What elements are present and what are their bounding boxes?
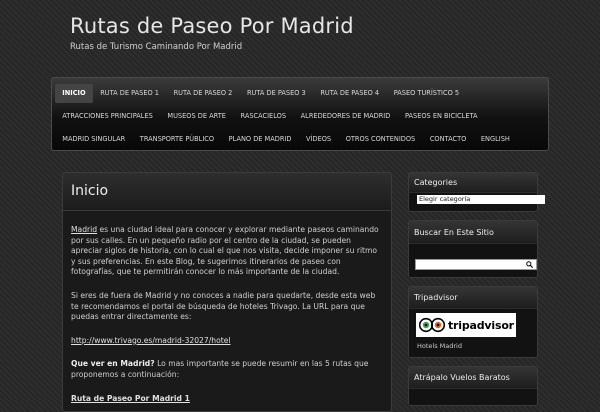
- search-widget: Buscar En Este Sitio: [408, 220, 538, 278]
- category-select[interactable]: Elegir categoría: [417, 195, 545, 204]
- site-description: Rutas de Turismo Caminando Por Madrid: [70, 42, 243, 52]
- nav-item-atracciones[interactable]: Atracciones Principales: [55, 107, 160, 126]
- search-input[interactable]: [415, 259, 537, 270]
- tripadvisor-title: Tripadvisor: [409, 287, 537, 309]
- page-title: Inicio: [63, 173, 391, 211]
- nav-item-otros[interactable]: Otros Contenidos: [338, 130, 422, 149]
- que-ver-heading: Que ver en Madrid?: [71, 359, 155, 369]
- intro-text: es una ciudad ideal para conocer y explo…: [71, 225, 379, 277]
- nav-item-rascacielos[interactable]: Rascacielos: [233, 107, 293, 126]
- owl-eyes-icon: [419, 317, 445, 333]
- vuelos-widget: Atrápalo Vuelos Baratos: [408, 366, 538, 406]
- nav-item-ruta-4[interactable]: Ruta de Paseo 4: [313, 84, 386, 103]
- nav-item-english[interactable]: English: [474, 130, 518, 149]
- content-body: Madrid es una ciudad ideal para conocer …: [63, 211, 391, 404]
- trivago-paragraph: http://www.trivago.es/madrid-32027/hotel: [71, 336, 383, 347]
- nav-item-transporte[interactable]: Transporte Público: [133, 130, 222, 149]
- ruta-1-link[interactable]: Ruta de Paseo Por Madrid 1: [71, 394, 190, 403]
- nav-item-museos[interactable]: Museos de Arte: [160, 107, 233, 126]
- main-navigation: Inicio Ruta de Paseo 1 Ruta de Paseo 2 R…: [51, 77, 549, 151]
- hotels-madrid-caption[interactable]: Hotels Madrid: [417, 342, 537, 350]
- categories-widget: Categories Elegir categoría: [408, 172, 545, 212]
- hotel-paragraph: Si eres de fuera de Madrid y no conoces …: [71, 290, 376, 322]
- nav-item-ruta-1[interactable]: Ruta de Paseo 1: [93, 84, 166, 103]
- categories-title: Categories: [409, 173, 537, 193]
- nav-row-2: Atracciones Principales Museos de Arte R…: [55, 105, 545, 128]
- tripadvisor-widget: Tripadvisor tripadvisor Hotels Madrid: [408, 286, 538, 358]
- nav-item-contacto[interactable]: Contacto: [423, 130, 474, 149]
- site-title[interactable]: Rutas de Paseo Por Madrid: [70, 14, 354, 38]
- nav-item-ruta-2[interactable]: Ruta de Paseo 2: [166, 84, 239, 103]
- tripadvisor-logo-text: tripadvisor: [448, 318, 514, 332]
- search-title: Buscar En Este Sitio: [409, 221, 537, 244]
- ruta-1-paragraph: Ruta de Paseo Por Madrid 1: [71, 394, 383, 405]
- nav-item-inicio[interactable]: Inicio: [55, 84, 93, 103]
- nav-item-alrededores[interactable]: Alrededores de Madrid: [293, 107, 397, 126]
- nav-item-plano[interactable]: Plano de Madrid: [221, 130, 298, 149]
- trivago-link[interactable]: http://www.trivago.es/madrid-32027/hotel: [71, 336, 231, 345]
- nav-row-1: Inicio Ruta de Paseo 1 Ruta de Paseo 2 R…: [55, 82, 545, 105]
- intro-paragraph: Madrid es una ciudad ideal para conocer …: [71, 225, 383, 278]
- search-icon[interactable]: [526, 261, 533, 268]
- vuelos-title: Atrápalo Vuelos Baratos: [409, 367, 537, 389]
- main-content: Inicio Madrid es una ciudad ideal para c…: [62, 172, 392, 412]
- nav-item-singular[interactable]: Madrid Singular: [55, 130, 133, 149]
- nav-row-3: Madrid Singular Transporte Público Plano…: [55, 128, 545, 151]
- nav-item-paseo-5[interactable]: Paseo Turístico 5: [386, 84, 466, 103]
- que-ver-paragraph: Que ver en Madrid? Lo mas importante se …: [71, 359, 383, 380]
- madrid-link[interactable]: Madrid: [71, 225, 97, 234]
- nav-item-videos[interactable]: Vídeos: [299, 130, 339, 149]
- nav-item-bicicleta[interactable]: Paseos en Bicicleta: [398, 107, 485, 126]
- nav-item-ruta-3[interactable]: Ruta de Paseo 3: [240, 84, 313, 103]
- tripadvisor-logo[interactable]: tripadvisor: [416, 313, 516, 337]
